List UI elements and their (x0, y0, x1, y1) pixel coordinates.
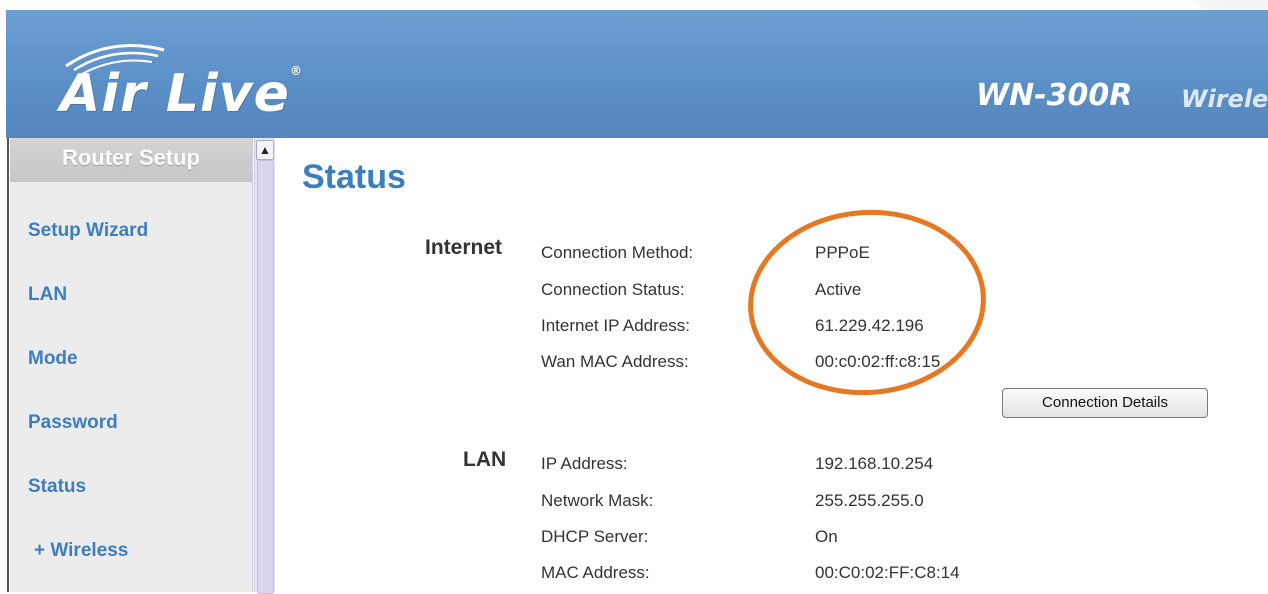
lan-ip-value: 192.168.10.254 (815, 454, 934, 473)
left-border (7, 138, 9, 592)
model-name: WN-300R (976, 78, 1133, 113)
sidebar-item-lan[interactable]: LAN (28, 284, 67, 306)
scroll-thumb[interactable] (257, 160, 274, 594)
sidebar-heading: Router Setup (10, 138, 252, 182)
page-title: Status (302, 158, 406, 196)
lan-ip-label: IP Address: (541, 454, 628, 473)
sidebar-item-wireless[interactable]: + Wireless (34, 540, 128, 562)
dhcp-server-value: On (815, 527, 838, 546)
brand-name: Air Live® (60, 64, 303, 124)
dhcp-server-label: DHCP Server: (541, 527, 649, 546)
top-strip (0, 0, 1268, 10)
connection-status-label: Connection Status: (541, 280, 685, 299)
internet-ip-label: Internet IP Address: (541, 316, 690, 335)
lan-heading: LAN (463, 448, 507, 471)
sidebar-item-password[interactable]: Password (28, 412, 118, 434)
sidebar-item-mode[interactable]: Mode (28, 348, 78, 370)
connection-method-label: Connection Method: (541, 243, 694, 262)
sidebar-item-setup-wizard[interactable]: Setup Wizard (28, 220, 148, 242)
airlive-logo: Air Live® (60, 36, 350, 128)
network-mask-label: Network Mask: (541, 491, 654, 510)
sidebar-item-status[interactable]: Status (28, 476, 86, 498)
network-mask-value: 255.255.255.0 (815, 491, 924, 510)
model-suffix: Wirele (1181, 85, 1268, 113)
sidebar-scrollbar[interactable]: ▲ (254, 138, 275, 594)
sidebar: Router Setup Setup Wizard LAN Mode Passw… (10, 138, 253, 592)
connection-details-button[interactable]: Connection Details (1002, 388, 1208, 418)
internet-heading: Internet (425, 236, 503, 259)
header-banner: Air Live® WN-300R Wirele (6, 10, 1268, 138)
lan-mac-value: 00:C0:02:FF:C8:14 (815, 563, 960, 582)
wan-mac-label: Wan MAC Address: (541, 352, 689, 371)
scroll-up-icon[interactable]: ▲ (256, 140, 274, 160)
lan-mac-label: MAC Address: (541, 563, 650, 582)
highlight-circle (741, 201, 993, 404)
